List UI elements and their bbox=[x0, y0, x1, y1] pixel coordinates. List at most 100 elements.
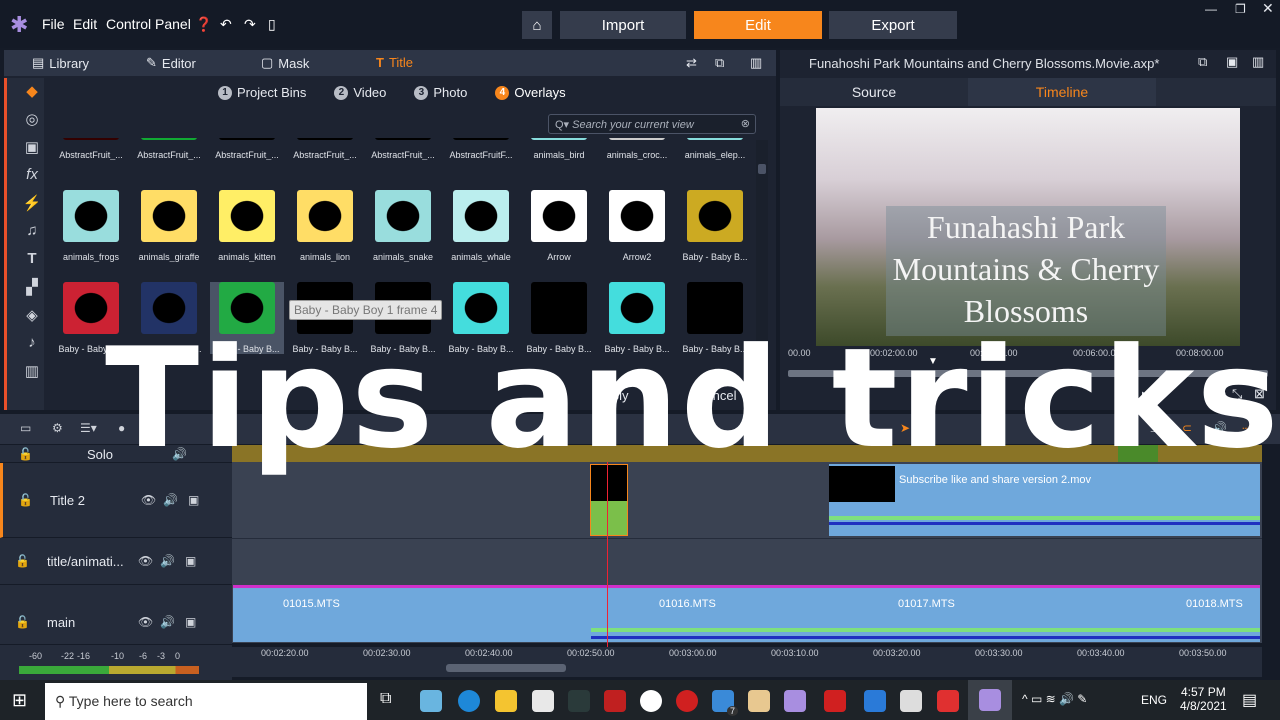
overlay-item[interactable]: Arrow bbox=[522, 190, 596, 262]
text-icon[interactable]: T bbox=[19, 250, 45, 272]
document-icon[interactable]: ▯ bbox=[268, 16, 276, 33]
film-reel-icon[interactable]: ◎ bbox=[19, 110, 45, 132]
subtab-overlays[interactable]: 4 Overlays bbox=[495, 85, 566, 100]
monitor-icon[interactable]: ▣ bbox=[185, 615, 196, 629]
video-preview[interactable]: Funahashi Park Mountains & Cherry Blosso… bbox=[816, 108, 1240, 346]
undo-icon[interactable]: ↶ bbox=[220, 16, 232, 33]
overlay-item[interactable]: Baby - Baby B... bbox=[678, 190, 752, 262]
speaker-icon[interactable]: 🔊 bbox=[163, 493, 178, 507]
restore-icon[interactable]: ❐ bbox=[1235, 2, 1246, 16]
speaker-icon[interactable]: 🔊 bbox=[160, 554, 175, 568]
menu-control-panel[interactable]: Control Panel bbox=[106, 16, 191, 32]
overlay-item[interactable]: AbstractFruitF... bbox=[444, 138, 518, 160]
taskbar-search-input[interactable]: ⚲ Type here to search bbox=[45, 683, 367, 720]
tab-timeline[interactable]: Timeline bbox=[968, 78, 1156, 106]
search-input[interactable]: Q▾ Search your current view ⊗ bbox=[548, 114, 756, 134]
overlay-item[interactable]: animals_bird bbox=[522, 138, 596, 160]
overlay-item[interactable]: animals_croc... bbox=[600, 138, 674, 160]
monitor-icon[interactable]: ▣ bbox=[188, 493, 199, 507]
eye-icon[interactable]: 👁 bbox=[138, 615, 153, 629]
track-main[interactable]: 🔓 main 👁 🔊 ▣ bbox=[0, 585, 232, 645]
app-icon[interactable] bbox=[568, 690, 590, 712]
overlay-item[interactable]: AbstractFruit_... bbox=[54, 138, 128, 160]
app-icon[interactable] bbox=[784, 690, 806, 712]
app-icon[interactable] bbox=[748, 690, 770, 712]
music-icon[interactable]: ♫ bbox=[19, 222, 45, 244]
monitor-icon[interactable]: ▣ bbox=[185, 554, 196, 568]
settings-icon[interactable]: ⚙ bbox=[52, 421, 63, 435]
app-icon[interactable] bbox=[676, 690, 698, 712]
help-icon[interactable]: ❓ bbox=[195, 16, 212, 33]
itunes-icon[interactable] bbox=[640, 690, 662, 712]
menu-edit[interactable]: Edit bbox=[73, 16, 97, 32]
eye-icon[interactable]: 👁 bbox=[138, 554, 153, 568]
subtab-photo[interactable]: 3 Photo bbox=[414, 85, 467, 100]
scrollbar-thumb[interactable] bbox=[758, 164, 766, 174]
popout-icon[interactable]: ⧉ bbox=[715, 55, 724, 71]
windows-start-icon[interactable]: ⊞ bbox=[12, 690, 27, 711]
transitions-icon[interactable]: ⚡ bbox=[19, 194, 45, 216]
edge-icon[interactable] bbox=[458, 690, 480, 712]
task-view-icon[interactable]: ⧉ bbox=[380, 690, 391, 708]
lock-icon[interactable]: 🔓 bbox=[18, 493, 33, 507]
import-button[interactable]: Import bbox=[560, 11, 686, 39]
overlay-item[interactable]: animals_elep... bbox=[678, 138, 752, 160]
overlay-item[interactable]: animals_kitten bbox=[210, 190, 284, 262]
export-button[interactable]: Export bbox=[829, 11, 957, 39]
clip-01018[interactable]: 01018.MTS bbox=[1118, 585, 1260, 642]
tab-library[interactable]: ▤ Library bbox=[32, 55, 89, 71]
overlay-item[interactable]: animals_snake bbox=[366, 190, 440, 262]
tab-title[interactable]: T Title bbox=[376, 55, 413, 70]
track-title-animation[interactable]: 🔓 title/animati... 👁 🔊 ▣ bbox=[0, 538, 232, 585]
language-indicator[interactable]: ENG bbox=[1141, 693, 1167, 707]
scrollbar-thumb[interactable] bbox=[446, 664, 566, 672]
lock-icon[interactable]: 🔓 bbox=[15, 615, 30, 629]
track-options-icon[interactable]: ☰▾ bbox=[80, 421, 97, 435]
clip-01015[interactable]: 01015.MTS bbox=[233, 585, 591, 642]
edit-button[interactable]: Edit bbox=[694, 11, 822, 39]
clock[interactable]: 4:57 PM 4/8/2021 bbox=[1180, 685, 1227, 713]
montage-icon[interactable]: ▞ bbox=[19, 278, 45, 300]
redo-icon[interactable]: ↷ bbox=[244, 16, 256, 33]
tab-editor[interactable]: ✎ Editor bbox=[146, 55, 196, 71]
app-icon[interactable] bbox=[864, 690, 886, 712]
popout-icon[interactable]: ⧉ bbox=[1198, 54, 1207, 70]
store-icon[interactable] bbox=[532, 690, 554, 712]
audio-icon[interactable]: ♪ bbox=[19, 334, 45, 356]
effects-icon[interactable]: fx bbox=[19, 166, 45, 188]
layout-icon[interactable]: ▥ bbox=[750, 55, 762, 71]
app-icon[interactable] bbox=[420, 690, 442, 712]
overlay-item[interactable]: animals_giraffe bbox=[132, 190, 206, 262]
layout-icon[interactable]: ▥ bbox=[1252, 54, 1264, 70]
overlay-item[interactable]: AbstractFruit_... bbox=[366, 138, 440, 160]
clip-01016[interactable]: 01016.MTS bbox=[591, 585, 828, 642]
calendar-icon[interactable] bbox=[937, 690, 959, 712]
app-icon[interactable] bbox=[824, 690, 846, 712]
eye-icon[interactable]: 👁 bbox=[141, 493, 156, 507]
clip-01017[interactable]: 01017.MTS bbox=[828, 585, 1118, 642]
subtab-project-bins[interactable]: 1 Project Bins bbox=[218, 85, 306, 100]
tab-source[interactable]: Source bbox=[780, 78, 968, 106]
projects-icon[interactable]: ▥ bbox=[19, 362, 45, 384]
close-icon[interactable]: ✕ bbox=[1262, 0, 1274, 17]
subtab-video[interactable]: 2 Video bbox=[334, 85, 386, 100]
overlay-item[interactable]: AbstractFruit_... bbox=[132, 138, 206, 160]
menu-file[interactable]: File bbox=[42, 16, 65, 32]
photos-icon[interactable]: ▣ bbox=[19, 138, 45, 160]
speaker-icon[interactable]: 🔊 bbox=[160, 615, 175, 629]
timeline-view-icon[interactable]: ▭ bbox=[20, 421, 31, 435]
overlay-item[interactable]: animals_whale bbox=[444, 190, 518, 262]
playhead[interactable] bbox=[607, 462, 608, 660]
lock-icon[interactable]: 🔓 bbox=[18, 447, 33, 461]
lock-icon[interactable]: 🔓 bbox=[15, 554, 30, 568]
notifications-icon[interactable]: ▤ bbox=[1242, 690, 1257, 710]
overlay-item[interactable]: animals_lion bbox=[288, 190, 362, 262]
overlay-item[interactable]: Arrow2 bbox=[600, 190, 674, 262]
app-icon[interactable] bbox=[604, 690, 626, 712]
timeline-scrollbar[interactable] bbox=[232, 661, 1262, 677]
tab-mask[interactable]: ▢ Mask bbox=[261, 55, 309, 71]
swap-icon[interactable]: ⇄ bbox=[686, 55, 697, 71]
bins-icon[interactable]: ◆ bbox=[19, 82, 45, 104]
fullscreen-icon[interactable]: ▣ bbox=[1226, 54, 1238, 70]
app-icon[interactable] bbox=[900, 690, 922, 712]
